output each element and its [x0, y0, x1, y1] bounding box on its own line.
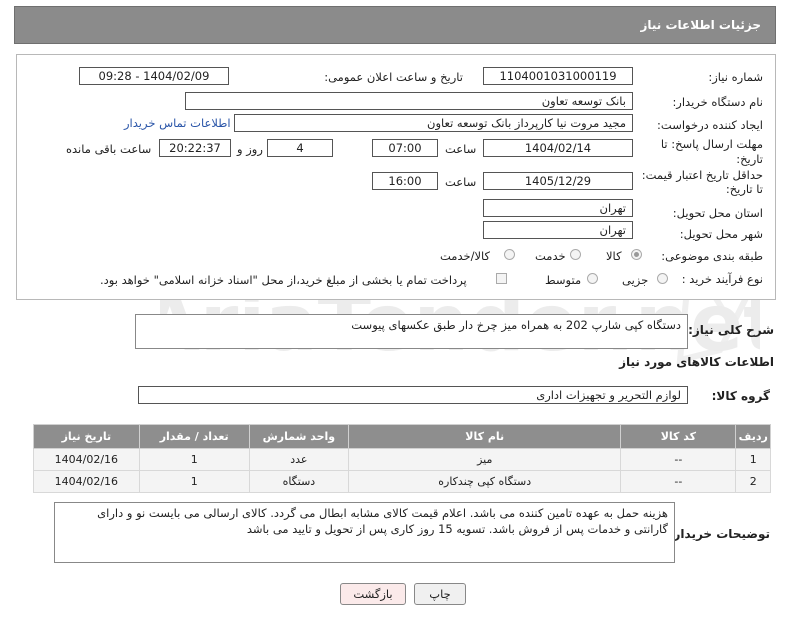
col-unit: واحد شمارش — [248, 424, 350, 449]
buyer-contact-link[interactable]: اطلاعات تماس خریدار — [124, 116, 231, 130]
item-code: -- — [620, 448, 737, 471]
process-minor-label: جزیی — [622, 273, 649, 287]
city-field: تهران — [483, 221, 633, 239]
goods-group-label: گروه کالا: — [711, 389, 770, 403]
table-row: 2 -- دستگاه کپی چندکاره دستگاه 1 1404/02… — [33, 470, 771, 493]
back-button[interactable]: بازگشت — [340, 583, 406, 605]
price-validity-label: حداقل تاریخ اعتبار قیمت: — [641, 168, 763, 182]
validity-time-label: ساعت — [445, 175, 477, 189]
goods-group-field: لوازم التحریر و تجهیزات اداری — [138, 386, 688, 404]
category-service-label: خدمت — [535, 249, 566, 263]
days-label: روز و — [237, 142, 263, 156]
item-qty: 1 — [138, 470, 250, 493]
province-field: تهران — [483, 199, 633, 217]
goods-table: ردیف کد کالا نام کالا واحد شمارش تعداد /… — [33, 424, 771, 493]
page-header: جزئیات اطلاعات نیاز — [14, 6, 776, 44]
process-medium-radio[interactable] — [587, 273, 598, 284]
deadline-time-field: 07:00 — [372, 139, 438, 157]
row-number: 1 — [735, 448, 771, 471]
treasury-payment-checkbox[interactable] — [496, 273, 507, 284]
process-type-label: نوع فرآیند خرید : — [681, 272, 763, 286]
remaining-time-field: 20:22:37 — [159, 139, 231, 157]
col-name: نام کالا — [348, 424, 622, 449]
treasury-payment-note: پرداخت تمام یا بخشی از مبلغ خرید،از محل … — [100, 273, 467, 287]
buyer-notes-textarea: هزینه حمل به عهده تامین کننده می باشد. ا… — [54, 502, 675, 563]
validity-date-field: 1405/12/29 — [483, 172, 633, 190]
buyer-org-label: نام دستگاه خریدار: — [672, 95, 763, 109]
category-both-radio[interactable] — [504, 249, 515, 260]
item-unit: دستگاه — [248, 470, 350, 493]
col-need-date: تاریخ نیاز — [33, 424, 140, 449]
announce-datetime-label: تاریخ و ساعت اعلان عمومی: — [324, 70, 463, 84]
price-validity-date-label: تا تاریخ: — [725, 182, 763, 196]
deadline-date-field: 1404/02/14 — [483, 139, 633, 157]
deadline-time-label: ساعت — [445, 142, 477, 156]
deadline-date-label: تاریخ: — [736, 152, 763, 166]
item-qty: 1 — [138, 448, 250, 471]
creator-label: ایجاد کننده درخواست: — [657, 118, 763, 132]
summary-label: شرح کلی نیاز: — [688, 323, 774, 337]
category-goods-label: کالا — [606, 249, 622, 263]
city-label: شهر محل تحویل: — [679, 227, 763, 241]
table-row: 1 -- میز عدد 1 1404/02/16 — [33, 448, 771, 471]
announce-datetime-field: 1404/02/09 - 09:28 — [79, 67, 229, 85]
col-row: ردیف — [735, 424, 771, 449]
category-service-radio[interactable] — [570, 249, 581, 260]
print-button[interactable]: چاپ — [414, 583, 466, 605]
remaining-days-field: 4 — [267, 139, 333, 157]
item-code: -- — [620, 470, 737, 493]
need-number-field: 1104001031000119 — [483, 67, 633, 85]
summary-textarea: دستگاه کپی شارپ 202 به همراه میز چرخ دار… — [135, 314, 688, 349]
col-qty: تعداد / مقدار — [138, 424, 250, 449]
category-goods-radio[interactable] — [631, 249, 642, 260]
category-label: طبقه بندی موضوعی: — [661, 249, 763, 263]
item-name: میز — [348, 448, 622, 471]
category-both-label: کالا/خدمت — [440, 249, 491, 263]
validity-time-field: 16:00 — [372, 172, 438, 190]
province-label: استان محل تحویل: — [672, 206, 763, 220]
creator-field: مجید مروت نیا کارپرداز بانک توسعه تعاون — [234, 114, 633, 132]
deadline-label: مهلت ارسال پاسخ: تا — [660, 137, 763, 151]
need-number-label: شماره نیاز: — [708, 70, 763, 84]
goods-section-title: اطلاعات کالاهای مورد نیاز — [619, 355, 774, 369]
buyer-org-field: بانک توسعه تعاون — [185, 92, 633, 110]
item-need-date: 1404/02/16 — [33, 470, 140, 493]
page-title: جزئیات اطلاعات نیاز — [640, 18, 761, 32]
table-header-row: ردیف کد کالا نام کالا واحد شمارش تعداد /… — [33, 424, 771, 449]
process-medium-label: متوسط — [545, 273, 582, 287]
item-name: دستگاه کپی چندکاره — [348, 470, 622, 493]
row-number: 2 — [735, 470, 771, 493]
process-minor-radio[interactable] — [657, 273, 668, 284]
col-code: کد کالا — [620, 424, 737, 449]
item-unit: عدد — [248, 448, 350, 471]
item-need-date: 1404/02/16 — [33, 448, 140, 471]
remaining-time-label: ساعت باقی مانده — [66, 142, 152, 156]
buyer-notes-label: توضیحات خریدار: — [668, 527, 770, 541]
